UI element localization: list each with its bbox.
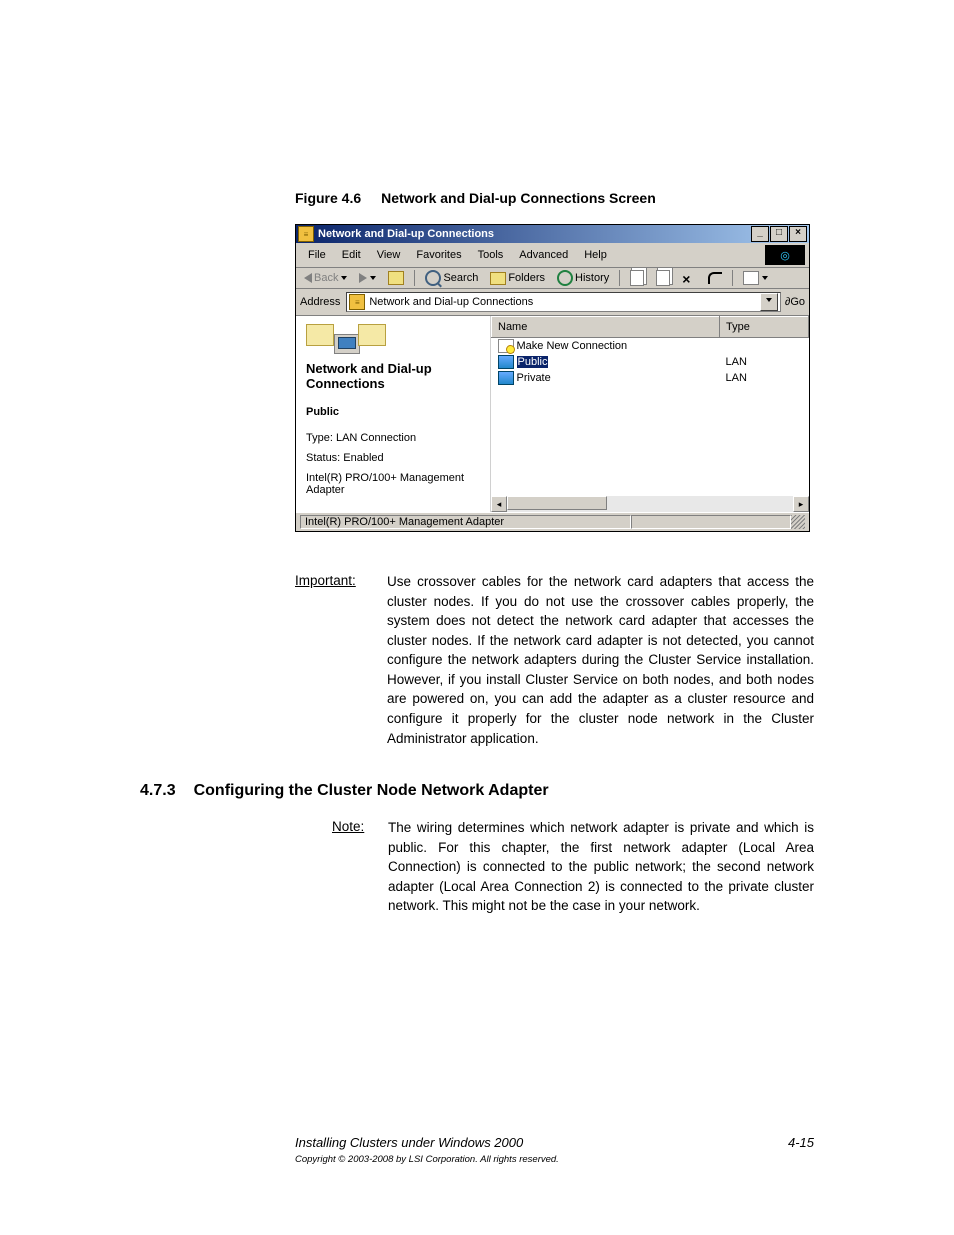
- footer-right: 4-15: [788, 1135, 814, 1150]
- left-pane: Network and Dial-up Connections Public T…: [296, 316, 491, 512]
- menu-favorites[interactable]: Favorites: [408, 248, 469, 262]
- views-button[interactable]: [739, 271, 772, 285]
- connection-icon: [498, 371, 514, 385]
- address-bar: Address ≡ Network and Dial-up Connection…: [296, 289, 809, 316]
- menu-help[interactable]: Help: [576, 248, 615, 262]
- move-to-button[interactable]: [626, 270, 648, 286]
- list-item[interactable]: Make New Connection: [492, 338, 809, 355]
- copy-to-icon: [656, 270, 670, 286]
- copy-to-button[interactable]: [652, 270, 674, 286]
- back-icon: [304, 273, 312, 283]
- address-value: Network and Dial-up Connections: [369, 296, 533, 308]
- undo-icon: [708, 272, 722, 284]
- horizontal-scrollbar[interactable]: ◂ ▸: [491, 496, 809, 512]
- views-icon: [743, 271, 759, 285]
- new-connection-icon: [498, 339, 514, 353]
- throbber-icon: ◎: [765, 245, 805, 265]
- type-line: Type: LAN Connection: [306, 432, 480, 444]
- note-text: The wiring determines which network adap…: [388, 818, 814, 916]
- statusbar: Intel(R) PRO/100+ Management Adapter: [296, 512, 809, 531]
- folder-large-icon: [306, 324, 386, 354]
- up-icon: [388, 271, 404, 285]
- list-item[interactable]: Public LAN: [492, 354, 809, 370]
- device-line: Intel(R) PRO/100+ Management Adapter: [306, 472, 480, 496]
- figure-title: Network and Dial-up Connections Screen: [381, 190, 656, 206]
- address-dropdown[interactable]: [760, 293, 778, 311]
- up-button[interactable]: [384, 271, 408, 285]
- column-name[interactable]: Name: [492, 317, 720, 338]
- history-button[interactable]: History: [553, 270, 613, 286]
- search-button[interactable]: Search: [421, 270, 482, 286]
- connection-icon: [498, 355, 514, 369]
- status-text: Intel(R) PRO/100+ Management Adapter: [305, 516, 504, 528]
- important-label: Important:: [295, 572, 387, 748]
- resize-grip-icon[interactable]: [791, 515, 805, 529]
- delete-button[interactable]: ×: [678, 271, 700, 285]
- forward-icon: [359, 273, 367, 283]
- folders-icon: [490, 272, 506, 285]
- section-title: Configuring the Cluster Node Network Ada…: [194, 782, 549, 799]
- address-icon: ≡: [349, 294, 365, 310]
- page-footer: Installing Clusters under Windows 2000 4…: [140, 1135, 814, 1165]
- menu-advanced[interactable]: Advanced: [511, 248, 576, 262]
- menu-tools[interactable]: Tools: [470, 248, 512, 262]
- selected-name: Public: [306, 406, 480, 418]
- note-label: Note:: [332, 818, 388, 916]
- important-block: Important: Use crossover cables for the …: [295, 572, 814, 748]
- connections-list: Name Type Make New Connection Public LAN…: [491, 316, 809, 386]
- note-block: Note: The wiring determines which networ…: [332, 818, 814, 916]
- list-item[interactable]: Private LAN: [492, 370, 809, 386]
- close-button[interactable]: ×: [789, 226, 807, 242]
- folders-button[interactable]: Folders: [486, 272, 549, 285]
- menu-view[interactable]: View: [369, 248, 409, 262]
- figure-caption: Figure 4.6 Network and Dial-up Connection…: [295, 190, 814, 206]
- back-button[interactable]: Back: [300, 272, 351, 284]
- maximize-button[interactable]: □: [770, 226, 788, 242]
- window-title: Network and Dial-up Connections: [318, 228, 751, 240]
- section-number: 4.7.3: [140, 782, 176, 799]
- scroll-right-icon[interactable]: ▸: [793, 496, 809, 512]
- right-pane: Name Type Make New Connection Public LAN…: [491, 316, 809, 512]
- menu-file[interactable]: File: [300, 248, 334, 262]
- address-input[interactable]: ≡ Network and Dial-up Connections: [346, 292, 781, 312]
- delete-icon: ×: [682, 271, 696, 285]
- menu-edit[interactable]: Edit: [334, 248, 369, 262]
- go-button[interactable]: ∂Go: [785, 296, 805, 308]
- address-label: Address: [300, 296, 342, 308]
- figure-label: Figure 4.6: [295, 190, 361, 206]
- important-text: Use crossover cables for the network car…: [387, 572, 814, 748]
- move-to-icon: [630, 270, 644, 286]
- column-type[interactable]: Type: [720, 317, 809, 338]
- left-heading: Network and Dial-up Connections: [306, 362, 480, 392]
- footer-left: Installing Clusters under Windows 2000: [295, 1135, 523, 1150]
- scroll-thumb[interactable]: [507, 496, 607, 510]
- section-heading: 4.7.3 Configuring the Cluster Node Networ…: [140, 782, 814, 800]
- forward-button[interactable]: [355, 273, 380, 283]
- toolbar: Back Search Folders History ×: [296, 268, 809, 289]
- history-icon: [557, 270, 573, 286]
- app-icon: ≡: [298, 226, 314, 242]
- scroll-left-icon[interactable]: ◂: [491, 496, 507, 512]
- search-icon: [425, 270, 441, 286]
- window: ≡ Network and Dial-up Connections _ □ × …: [295, 224, 810, 532]
- footer-copyright: Copyright © 2003-2008 by LSI Corporation…: [295, 1154, 814, 1165]
- status-line: Status: Enabled: [306, 452, 480, 464]
- menubar: File Edit View Favorites Tools Advanced …: [296, 243, 809, 268]
- titlebar[interactable]: ≡ Network and Dial-up Connections _ □ ×: [296, 225, 809, 243]
- undo-button[interactable]: [704, 272, 726, 284]
- minimize-button[interactable]: _: [751, 226, 769, 242]
